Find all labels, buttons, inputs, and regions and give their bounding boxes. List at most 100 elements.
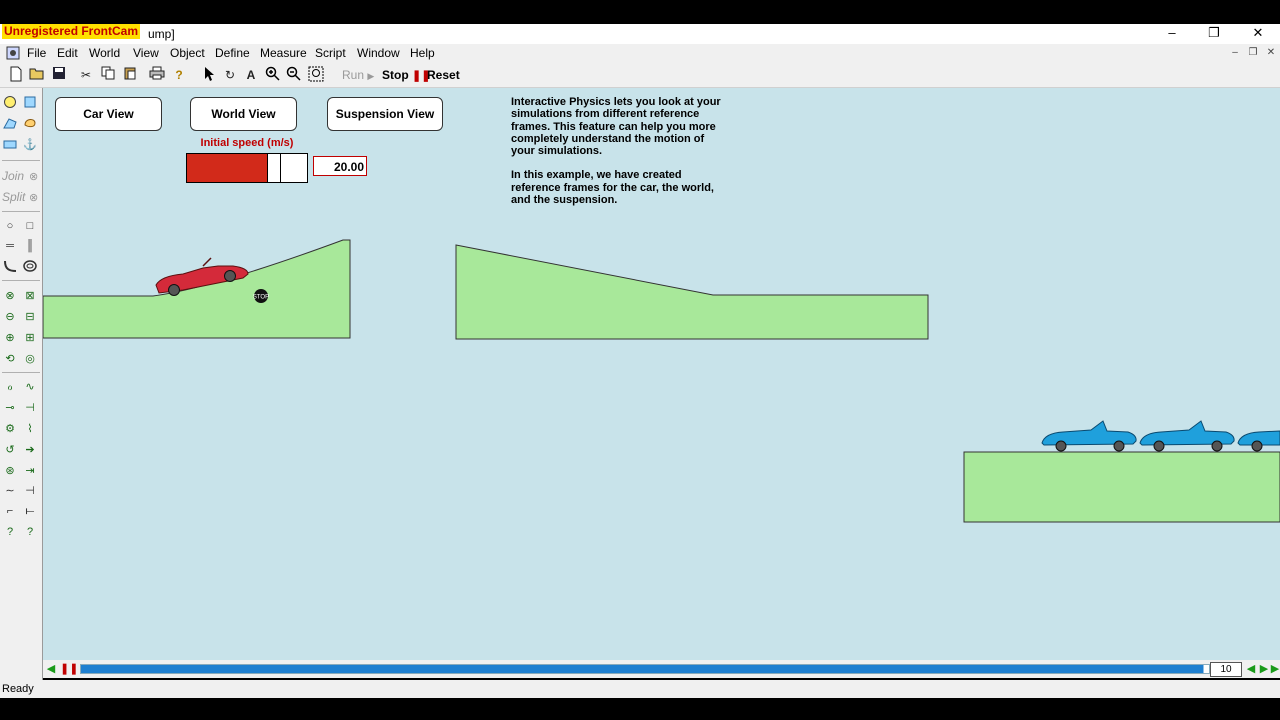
watermark-label: Unregistered FrontCam [2, 24, 141, 39]
initial-speed-label: Initial speed (m/s) [200, 137, 294, 149]
copy-icon[interactable] [99, 66, 117, 84]
save-icon[interactable] [50, 66, 68, 84]
rewind-icon[interactable]: ◀ [45, 662, 57, 676]
rotational-spring-icon[interactable]: ⌇ [22, 421, 38, 437]
split-button[interactable]: Split [2, 190, 25, 204]
rotate-tool-icon[interactable]: ↻ [221, 66, 239, 84]
initial-speed-slider[interactable] [186, 153, 308, 183]
context-help-icon[interactable]: ? [22, 524, 38, 540]
pointer-tool-icon[interactable] [200, 66, 218, 84]
curved-slot-icon[interactable] [2, 259, 18, 275]
text-tool-icon[interactable]: A [242, 66, 260, 84]
closed-curve-joint-icon[interactable]: ◎ [22, 351, 38, 367]
motor-joint-icon[interactable]: ⊕ [2, 330, 18, 346]
cut-icon[interactable]: ✂ [77, 66, 95, 84]
stop-button[interactable]: Stop ❚❚ [382, 67, 430, 83]
slider-thumb[interactable] [267, 154, 281, 182]
zoom-fit-icon[interactable] [307, 66, 325, 84]
car-view-button[interactable]: Car View [55, 97, 162, 131]
frame-counter[interactable]: 10 [1210, 662, 1242, 677]
palette-divider [2, 280, 40, 281]
keyed-slot-icon[interactable]: ⊟ [22, 309, 38, 325]
initial-speed-value[interactable]: 20.00 [313, 156, 367, 176]
join-button[interactable]: Join [2, 169, 24, 183]
point-element-icon[interactable]: ○ [2, 218, 18, 234]
close-button[interactable]: ✕ [1236, 24, 1280, 42]
rectangle-tool-icon[interactable] [2, 137, 18, 153]
suspension-view-button[interactable]: Suspension View [327, 97, 443, 131]
left-ramp-body [43, 239, 351, 339]
vertical-slot-icon[interactable]: ║ [22, 238, 38, 254]
help-pointer-icon[interactable]: ? [2, 524, 18, 540]
open-folder-icon[interactable] [28, 66, 46, 84]
rope-icon[interactable]: ℴ [2, 379, 18, 395]
palette-divider [2, 372, 40, 373]
actuator-icon[interactable]: ⇥ [22, 463, 38, 479]
run-button[interactable]: Run ▶ [342, 67, 374, 83]
menu-define[interactable]: Define [215, 45, 250, 61]
zoom-in-icon[interactable] [264, 66, 282, 84]
menu-window[interactable]: Window [357, 45, 400, 61]
gear-icon[interactable]: ⚙ [2, 421, 18, 437]
pause-marker-icon[interactable]: ❚❚ [60, 662, 78, 676]
menu-file[interactable]: File [27, 45, 46, 61]
step-back-icon[interactable]: ◀ [1245, 662, 1257, 676]
square-tool-icon[interactable] [22, 95, 38, 111]
timeline-slider[interactable] [80, 664, 1210, 674]
slot-joint-icon[interactable]: ⊖ [2, 309, 18, 325]
middle-ramp-body [455, 244, 929, 340]
polygon-tool-icon[interactable] [2, 116, 18, 132]
help-icon[interactable]: ? [170, 66, 188, 84]
force-arrow-icon[interactable]: ➔ [22, 442, 38, 458]
new-file-icon[interactable] [7, 66, 25, 84]
paste-icon[interactable] [121, 66, 139, 84]
measure-line-icon[interactable]: ⟝ [22, 503, 38, 519]
status-text: Ready [2, 683, 34, 695]
separator-tool-icon[interactable]: ⊣ [22, 483, 38, 499]
window-title: ump] [148, 27, 175, 41]
doc-close-button[interactable]: ✕ [1262, 46, 1280, 60]
menu-measure[interactable]: Measure [260, 45, 307, 61]
doc-minimize-button[interactable]: – [1226, 46, 1244, 60]
world-view-button[interactable]: World View [190, 97, 297, 131]
motor-icon[interactable]: ⊛ [2, 463, 18, 479]
menu-script[interactable]: Script [315, 45, 346, 61]
split-icon: ⊗ [29, 192, 39, 204]
curved-body-tool-icon[interactable] [22, 116, 38, 132]
doc-restore-button[interactable]: ❐ [1244, 46, 1262, 60]
minimize-button[interactable]: – [1150, 24, 1194, 42]
print-icon[interactable] [148, 66, 166, 84]
status-bar [0, 680, 1280, 698]
spring-damper-icon[interactable]: ⊣ [22, 400, 38, 416]
horizontal-slot-icon[interactable]: ═ [2, 238, 18, 254]
toolbar [0, 63, 1280, 88]
right-platform-body [963, 451, 1280, 523]
app-icon[interactable] [6, 46, 20, 60]
circle-tool-icon[interactable] [2, 95, 18, 111]
square-point-icon[interactable]: □ [22, 218, 38, 234]
reset-button[interactable]: Reset [427, 67, 460, 83]
stop-label: Stop [382, 68, 409, 82]
pin-joint-icon[interactable]: ⊗ [2, 288, 18, 304]
anchor-tool-icon[interactable]: ⚓ [22, 137, 38, 153]
curve-tool-icon[interactable]: ∼ [2, 483, 18, 499]
menu-world[interactable]: World [89, 45, 120, 61]
spring-icon[interactable]: ∿ [22, 379, 38, 395]
damper-icon[interactable]: ⊸ [2, 400, 18, 416]
torque-icon[interactable]: ↺ [2, 442, 18, 458]
info-text: Interactive Physics lets you look at you… [511, 96, 721, 218]
menu-object[interactable]: Object [170, 45, 205, 61]
curved-joint-icon[interactable]: ⟲ [2, 351, 18, 367]
pulley-icon[interactable]: ⌐ [2, 503, 18, 519]
restore-button[interactable]: ❐ [1192, 24, 1236, 42]
rigid-joint-icon[interactable]: ⊠ [22, 288, 38, 304]
menu-view[interactable]: View [133, 45, 159, 61]
menu-help[interactable]: Help [410, 45, 435, 61]
blue-car-ghost [1237, 430, 1280, 452]
fast-forward-icon[interactable]: ▶ [1269, 662, 1280, 676]
closed-slot-icon[interactable] [22, 259, 38, 275]
zoom-out-icon[interactable] [285, 66, 303, 84]
play-icon: ▶ [367, 71, 375, 81]
menu-edit[interactable]: Edit [57, 45, 78, 61]
actuator-joint-icon[interactable]: ⊞ [22, 330, 38, 346]
